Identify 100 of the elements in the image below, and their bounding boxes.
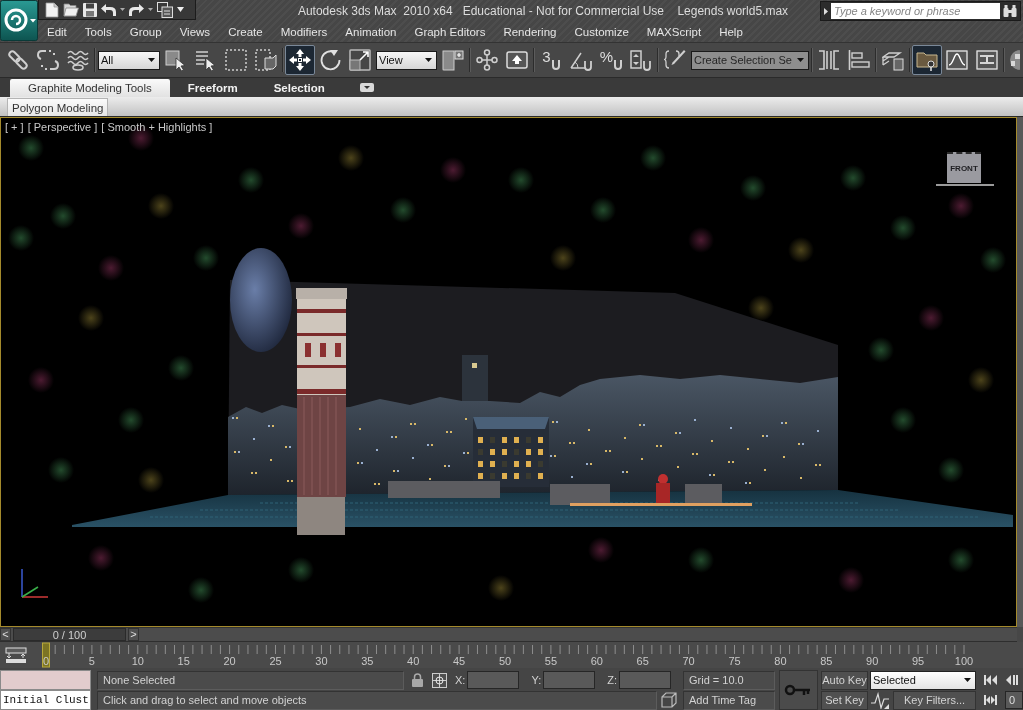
frame-number: 85: [820, 655, 833, 667]
dropdown[interactable]: View: [376, 50, 437, 70]
snap-toggle[interactable]: 3: [537, 47, 565, 73]
previous-frame-icon[interactable]: [1005, 675, 1019, 685]
magnet-icon: [614, 60, 623, 70]
time-tag-button[interactable]: Add Time Tag: [683, 690, 775, 710]
time-slider-track[interactable]: < 0 / 100 >: [0, 627, 1017, 642]
framed-lines-icon[interactable]: [976, 49, 998, 71]
menu-item[interactable]: Edit: [38, 25, 76, 38]
page-icon[interactable]: [45, 1, 59, 18]
curve-graph-icon[interactable]: [946, 49, 968, 71]
ribbon-tab[interactable]: Freeform: [169, 79, 256, 97]
panel-title-button[interactable]: Polygon Modeling: [7, 98, 109, 116]
undo-icon[interactable]: [101, 3, 116, 16]
broken-chain-icon[interactable]: [37, 49, 59, 71]
layers-icon[interactable]: [882, 49, 904, 71]
up-arrow-box-icon[interactable]: [506, 49, 528, 71]
viewcube[interactable]: FRONT: [947, 152, 981, 183]
windows-icon[interactable]: [157, 1, 173, 18]
dropdown[interactable]: All: [98, 50, 160, 70]
chain-link-icon[interactable]: [7, 49, 29, 71]
frame-number: 10: [131, 655, 144, 667]
menu-item[interactable]: Animation: [336, 25, 406, 38]
spinner-snap-icon[interactable]: [630, 49, 652, 71]
menu-item[interactable]: Customize: [565, 25, 638, 38]
zigzag-curve-icon[interactable]: [870, 691, 890, 709]
binoculars-icon[interactable]: [1003, 5, 1017, 17]
viewport-menu[interactable]: [ Perspective ]: [27, 121, 98, 133]
frame-number: 15: [177, 655, 190, 667]
app-logo-icon[interactable]: [0, 0, 38, 41]
set-key-button[interactable]: Set Key: [821, 690, 868, 710]
caret-icon: [425, 58, 432, 62]
menu-item[interactable]: Help: [710, 25, 752, 38]
arrows-between-bars-icon[interactable]: [984, 695, 997, 705]
menu-item[interactable]: Rendering: [494, 25, 566, 38]
dropdown[interactable]: Create Selection Se: [691, 50, 809, 70]
dashed-cube-icon[interactable]: [255, 49, 277, 71]
frame-number: 60: [590, 655, 603, 667]
ribbon-tab[interactable]: Graphite Modeling Tools: [10, 79, 170, 97]
stone-wall: [550, 484, 610, 505]
menu-item[interactable]: Modifiers: [271, 25, 337, 38]
statue: [656, 474, 670, 503]
frame-number: 65: [636, 655, 649, 667]
ribbon-tab[interactable]: Selection: [255, 79, 343, 97]
bars-arrows-icon[interactable]: [5, 646, 27, 664]
bracket-bars-icon[interactable]: [818, 49, 840, 71]
axis-tripod-icon: [21, 568, 49, 598]
scale-icon[interactable]: [349, 49, 371, 71]
target-box-icon[interactable]: [432, 672, 447, 688]
selection-status: None Selected: [97, 670, 404, 690]
dropdown-icon[interactable]: [359, 83, 374, 92]
folder-icon[interactable]: [63, 2, 79, 17]
frame-number: 20: [223, 655, 236, 667]
rectangle-plus-icon[interactable]: [442, 49, 464, 71]
cube-cursor-icon[interactable]: [165, 49, 187, 71]
lock-icon[interactable]: [412, 673, 423, 687]
coordinate-label: Y:: [531, 674, 542, 686]
viewport-menu[interactable]: [ Smooth + Highlights ]: [101, 121, 213, 133]
key-filters-button[interactable]: Key Filters...: [893, 690, 976, 710]
menu-item[interactable]: Create: [219, 25, 272, 38]
auto-key-button[interactable]: Auto Key: [821, 670, 868, 690]
menu-item[interactable]: Graph Editors: [405, 25, 495, 38]
node-cross-icon[interactable]: [476, 49, 498, 71]
coordinate-field[interactable]: [467, 671, 520, 689]
viewport[interactable]: [ + ] [ Perspective ] [ Smooth + Highlights ] FRONT: [0, 117, 1017, 627]
key-set-dropdown[interactable]: Selected: [870, 670, 976, 690]
menu-item[interactable]: Views: [170, 25, 220, 38]
folder-key-icon[interactable]: [912, 45, 942, 75]
next-frame-button[interactable]: >: [128, 628, 139, 641]
search-field[interactable]: Type a keyword or phrase: [831, 3, 1000, 19]
timeline-ruler[interactable]: [54, 644, 965, 655]
frame-number: 50: [498, 655, 512, 667]
go-to-start-icon[interactable]: [984, 675, 997, 685]
brace-pencil-icon[interactable]: [664, 49, 686, 71]
list-cursor-icon[interactable]: [195, 49, 217, 71]
expand-triangle-icon[interactable]: [824, 7, 828, 15]
cube-outline-icon[interactable]: [661, 692, 677, 708]
current-frame-field[interactable]: 0: [1005, 691, 1023, 709]
frame-number: 90: [866, 655, 879, 667]
menu-item[interactable]: Group: [120, 25, 171, 38]
script-input-field[interactable]: [0, 670, 91, 690]
frame-number: 95: [911, 655, 925, 667]
caret-icon: [177, 7, 184, 12]
rotate-icon[interactable]: [319, 49, 341, 71]
script-output-field[interactable]: Initial Clust: [0, 690, 91, 710]
stone-wall: [685, 484, 722, 503]
coordinate-field[interactable]: [543, 671, 596, 689]
redo-icon[interactable]: [129, 3, 144, 16]
previous-frame-button[interactable]: <: [0, 628, 11, 641]
move-arrows-icon[interactable]: [285, 45, 315, 75]
align-icon[interactable]: [848, 49, 870, 71]
coordinate-field[interactable]: [619, 671, 671, 689]
viewport-menu[interactable]: [ + ]: [5, 121, 24, 133]
snap-toggle[interactable]: %: [597, 47, 625, 73]
frame-number: 80: [774, 655, 787, 667]
menu-item[interactable]: MAXScript: [637, 25, 711, 38]
time-slider-thumb[interactable]: 0 / 100: [13, 628, 126, 641]
wavy-lines-icon[interactable]: [67, 49, 89, 71]
dashed-rectangle-icon[interactable]: [225, 49, 247, 71]
menu-item[interactable]: Tools: [75, 25, 121, 38]
